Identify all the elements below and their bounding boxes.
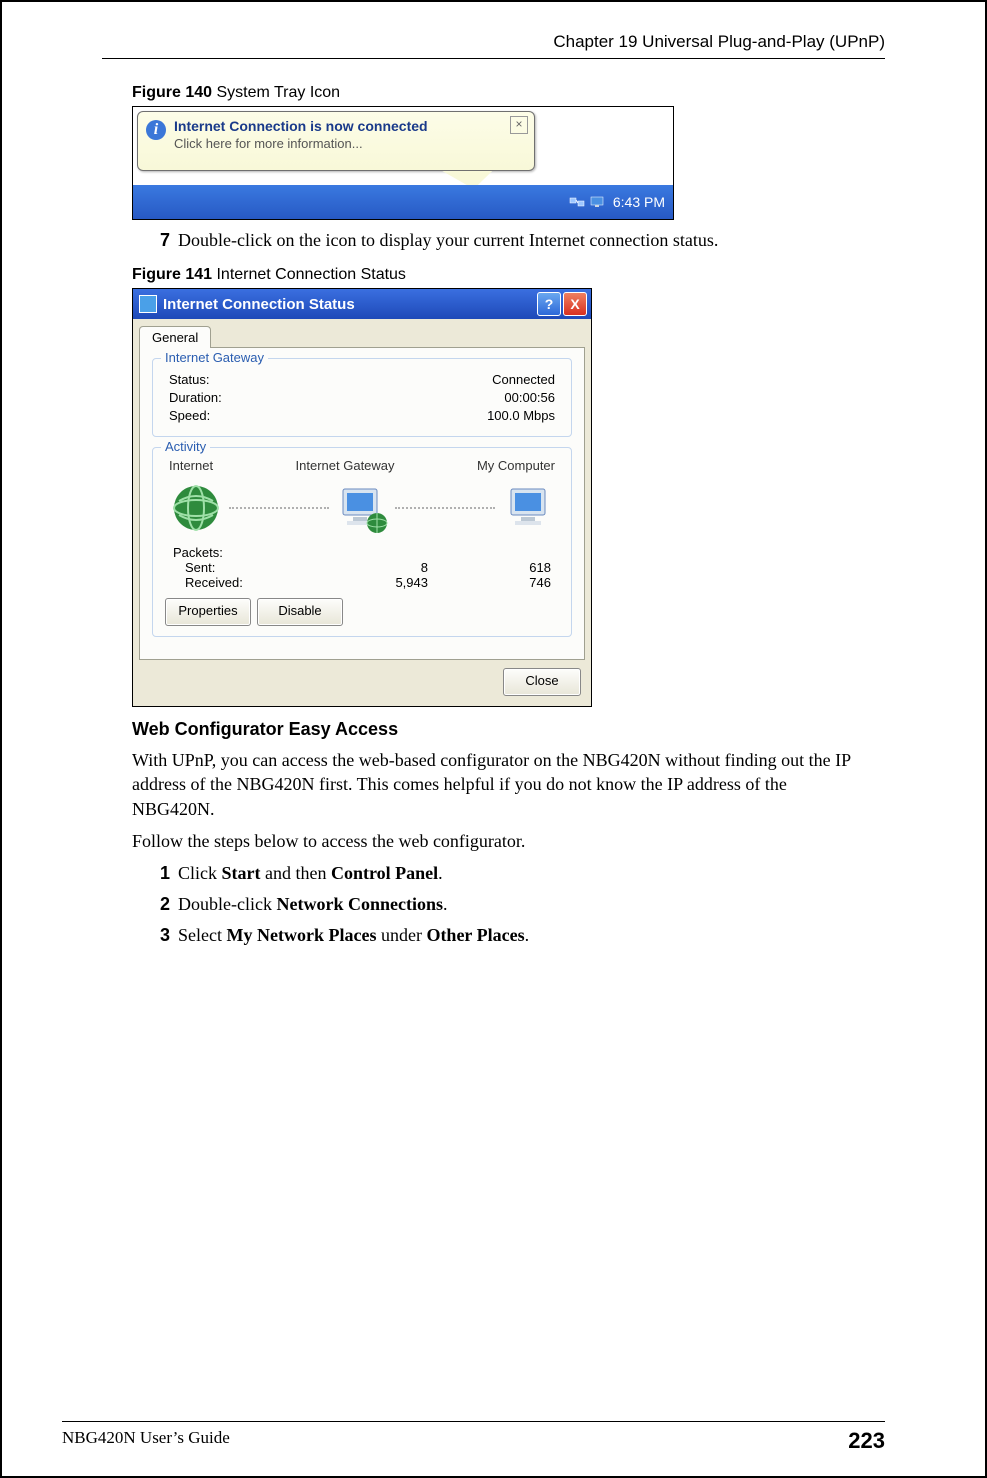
step-3-bold-op: Other Places (426, 925, 524, 945)
step-2-text-c: . (443, 894, 448, 914)
step-3-text-a: Select (178, 925, 226, 945)
close-icon[interactable]: × (510, 116, 528, 134)
page-footer: NBG420N User’s Guide 223 (2, 1421, 985, 1454)
balloon-subtitle: Click here for more information... (174, 136, 524, 151)
figure-141-window: Internet Connection Status ? X General I… (132, 288, 592, 707)
speed-label: Speed: (169, 408, 210, 423)
speed-value: 100.0 Mbps (487, 408, 555, 423)
tab-content: Internet Gateway Status: Connected Durati… (139, 347, 585, 660)
step-1-number: 1 (160, 863, 170, 883)
app-icon (139, 295, 157, 313)
sent-gateway-value: 8 (313, 560, 436, 575)
tray-icons (569, 194, 605, 210)
properties-button[interactable]: Properties (165, 598, 251, 626)
received-gateway-value: 5,943 (313, 575, 436, 590)
step-7: 7 Double-click on the icon to display you… (160, 230, 865, 251)
figure-141-caption: Figure 141 Internet Connection Status (132, 266, 865, 284)
received-label: Received: (173, 575, 313, 590)
duration-label: Duration: (169, 390, 222, 405)
col-internet: Internet (169, 458, 213, 473)
globe-icon (169, 481, 223, 535)
taskbar: 6:43 PM (133, 185, 673, 219)
step-7-number: 7 (160, 230, 170, 250)
chapter-header: Chapter 19 Universal Plug-and-Play (UPnP… (62, 32, 925, 58)
step-2-bold-nc: Network Connections (276, 894, 443, 914)
balloon-title: Internet Connection is now connected (174, 118, 524, 134)
monitor-icon[interactable] (589, 194, 605, 210)
network-icon[interactable] (569, 194, 585, 210)
step-2-number: 2 (160, 894, 170, 914)
step-1-text-e: . (438, 863, 443, 883)
titlebar[interactable]: Internet Connection Status ? X (133, 289, 591, 319)
group-gateway-legend: Internet Gateway (161, 350, 268, 365)
header-rule (102, 58, 885, 59)
tray-balloon[interactable]: i × Internet Connection is now connected… (137, 111, 535, 171)
footer-guide: NBG420N User’s Guide (62, 1428, 230, 1454)
step-3: 3 Select My Network Places under Other Pl… (160, 925, 865, 946)
step-2-text-a: Double-click (178, 894, 276, 914)
my-computer-icon (501, 481, 555, 535)
duration-value: 00:00:56 (504, 390, 555, 405)
help-button[interactable]: ? (537, 292, 561, 316)
step-1: 1 Click Start and then Control Panel. (160, 863, 865, 884)
step-2: 2 Double-click Network Connections. (160, 894, 865, 915)
col-my-computer: My Computer (477, 458, 555, 473)
figure-140-caption: Figure 140 System Tray Icon (132, 84, 865, 102)
col-internet-gateway: Internet Gateway (296, 458, 395, 473)
page-number: 223 (848, 1428, 885, 1454)
figure-140-number: Figure 140 (132, 84, 212, 101)
step-1-bold-cp: Control Panel (331, 863, 438, 883)
sent-label: Sent: (173, 560, 313, 575)
info-icon: i (146, 120, 166, 140)
figure-141-number: Figure 141 (132, 266, 212, 283)
step-3-bold-mnp: My Network Places (227, 925, 377, 945)
close-button[interactable]: Close (503, 668, 581, 696)
gateway-pc-icon (335, 481, 389, 535)
paragraph-2: Follow the steps below to access the web… (132, 829, 865, 853)
status-label: Status: (169, 372, 209, 387)
step-1-text-c: and then (261, 863, 331, 883)
window-title: Internet Connection Status (163, 296, 355, 313)
group-activity: Activity Internet Internet Gateway My Co… (152, 447, 572, 637)
disable-button[interactable]: Disable (257, 598, 343, 626)
figure-141-title: Internet Connection Status (212, 266, 406, 283)
taskbar-clock: 6:43 PM (613, 194, 665, 210)
received-pc-value: 746 (436, 575, 559, 590)
footer-rule (62, 1421, 885, 1422)
group-activity-legend: Activity (161, 439, 210, 454)
paragraph-1: With UPnP, you can access the web-based … (132, 748, 865, 821)
group-internet-gateway: Internet Gateway Status:Connected Durati… (152, 358, 572, 437)
packets-block: Packets: Sent: 8 618 Received: 5,943 746 (165, 545, 559, 590)
step-1-bold-start: Start (222, 863, 261, 883)
connection-line-right (395, 507, 495, 509)
step-3-text-c: under (376, 925, 426, 945)
tab-general[interactable]: General (139, 326, 211, 348)
section-heading: Web Configurator Easy Access (132, 719, 865, 740)
packets-label: Packets: (173, 545, 559, 560)
connection-line-left (229, 507, 329, 509)
status-value: Connected (492, 372, 555, 387)
figure-140-title: System Tray Icon (212, 84, 340, 101)
step-3-text-e: . (525, 925, 530, 945)
window-close-button[interactable]: X (563, 292, 587, 316)
step-7-text: Double-click on the icon to display your… (178, 230, 718, 250)
step-3-number: 3 (160, 925, 170, 945)
figure-140-image: i × Internet Connection is now connected… (132, 106, 674, 220)
sent-pc-value: 618 (436, 560, 559, 575)
step-1-text-a: Click (178, 863, 222, 883)
